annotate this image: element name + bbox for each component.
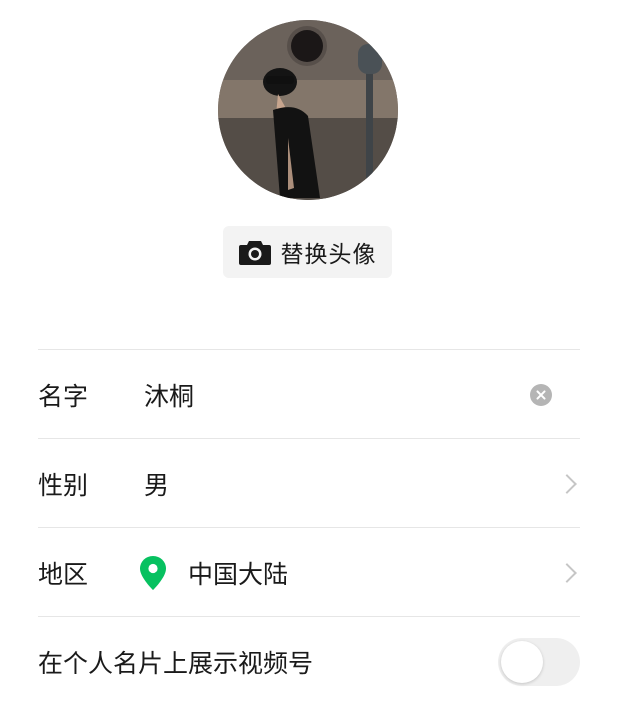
chevron-right-icon [557,563,577,583]
clear-icon[interactable] [530,384,552,406]
show-channels-row: 在个人名片上展示视频号 [38,618,580,706]
name-input[interactable]: 沐桐 [144,377,194,413]
gender-value: 男 [144,471,170,500]
change-avatar-button[interactable]: 替换头像 [223,226,392,278]
name-label: 名字 [38,382,89,411]
change-avatar-label: 替换头像 [280,242,377,268]
location-pin-icon [140,556,166,590]
camera-icon [238,241,271,265]
divider [38,349,580,350]
chevron-right-icon [557,474,577,494]
region-label: 地区 [38,560,89,589]
avatar[interactable] [218,20,398,200]
region-value: 中国大陆 [188,560,289,589]
toggle-knob [501,641,543,683]
show-channels-label: 在个人名片上展示视频号 [38,649,314,678]
region-row[interactable]: 地区 中国大陆 [38,529,580,617]
gender-label: 性别 [38,471,89,500]
gender-row[interactable]: 性别 男 [38,440,580,528]
name-row[interactable]: 名字 沐桐 [38,351,580,439]
show-channels-toggle[interactable] [498,638,580,686]
avatar-image [218,20,398,200]
